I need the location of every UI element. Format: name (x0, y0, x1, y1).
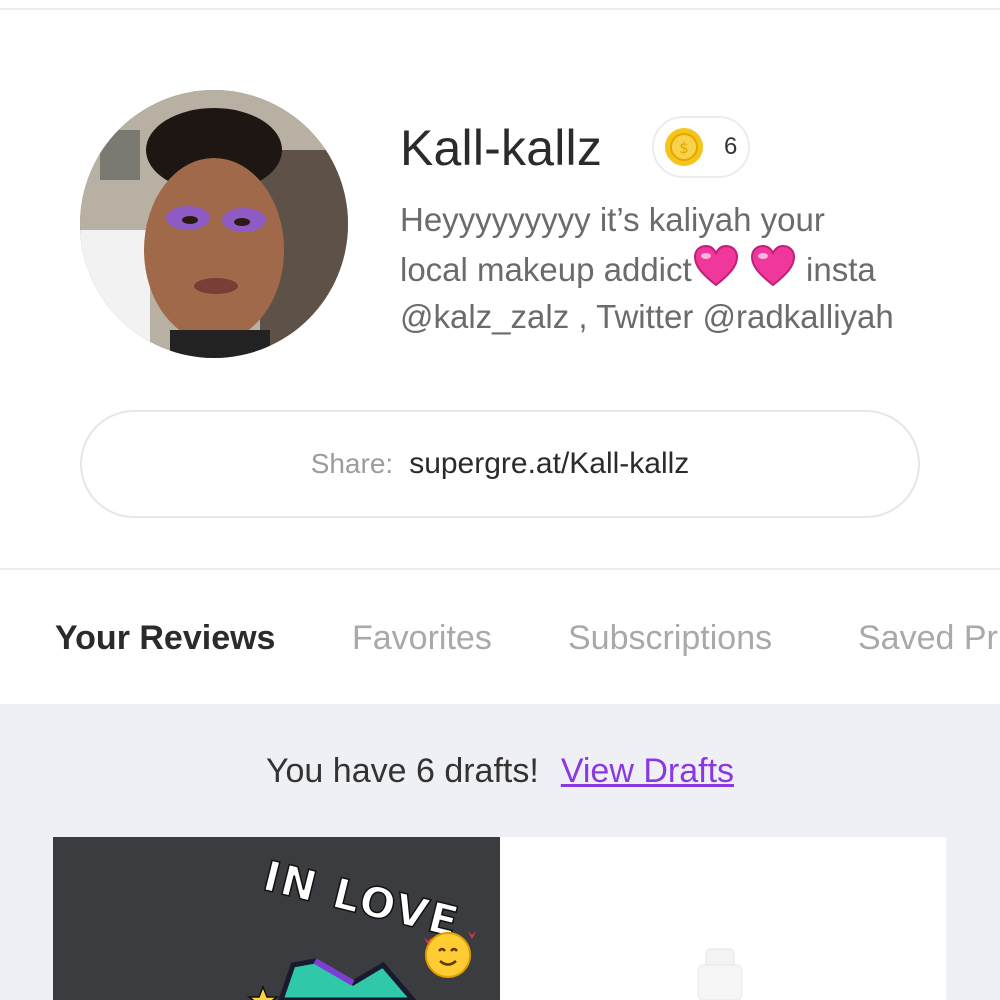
drafts-count-text: You have 6 drafts! (265, 752, 539, 790)
bio-line-1: Heyyyyyyyyy it’s kaliyah your (400, 201, 825, 238)
svg-text:$: $ (679, 139, 689, 157)
tab-saved-products[interactable]: Saved Pr (858, 618, 998, 658)
reviews-content: You have 6 drafts! View Drafts IN LOVE (0, 704, 1000, 1000)
view-drafts-link[interactable]: View Drafts (561, 752, 734, 791)
bio-line-3: @kalz_zalz , Twitter @radkalliyah (400, 298, 894, 335)
share-url[interactable]: supergre.at/Kall-kallz (409, 447, 689, 481)
username: Kall-kallz (400, 120, 603, 176)
coin-icon: $ (665, 128, 703, 166)
tab-your-reviews[interactable]: Your Reviews (55, 618, 275, 658)
share-label: Share: (310, 448, 394, 479)
tab-favorites[interactable]: Favorites (352, 618, 492, 658)
share-link-box[interactable]: Share: supergre.at/Kall-kallz (80, 410, 920, 518)
coin-count: 6 (724, 133, 738, 160)
heart-emoji-icon (692, 243, 740, 289)
avatar[interactable] (80, 90, 348, 358)
tab-subscriptions[interactable]: Subscriptions (568, 618, 772, 658)
heart-emoji-icon (749, 243, 797, 289)
top-divider (0, 8, 1000, 10)
bio-line-2: local makeup addict (400, 251, 692, 288)
coin-balance[interactable]: $ 6 (652, 116, 750, 178)
drafts-banner: You have 6 drafts! View Drafts (0, 752, 1000, 791)
bio: Heyyyyyyyyy it’s kaliyah your local make… (400, 196, 990, 340)
review-card-1[interactable]: IN LOVE (53, 837, 500, 1000)
profile-screen: Kall-kallz $ 6 Heyyyyyyyyy it’s kaliyah … (0, 0, 1000, 1000)
review-card-2[interactable] (500, 837, 946, 1000)
profile-tabs: Your Reviews Favorites Subscriptions Sav… (0, 570, 1000, 704)
bio-line-2-end: insta (796, 251, 876, 288)
